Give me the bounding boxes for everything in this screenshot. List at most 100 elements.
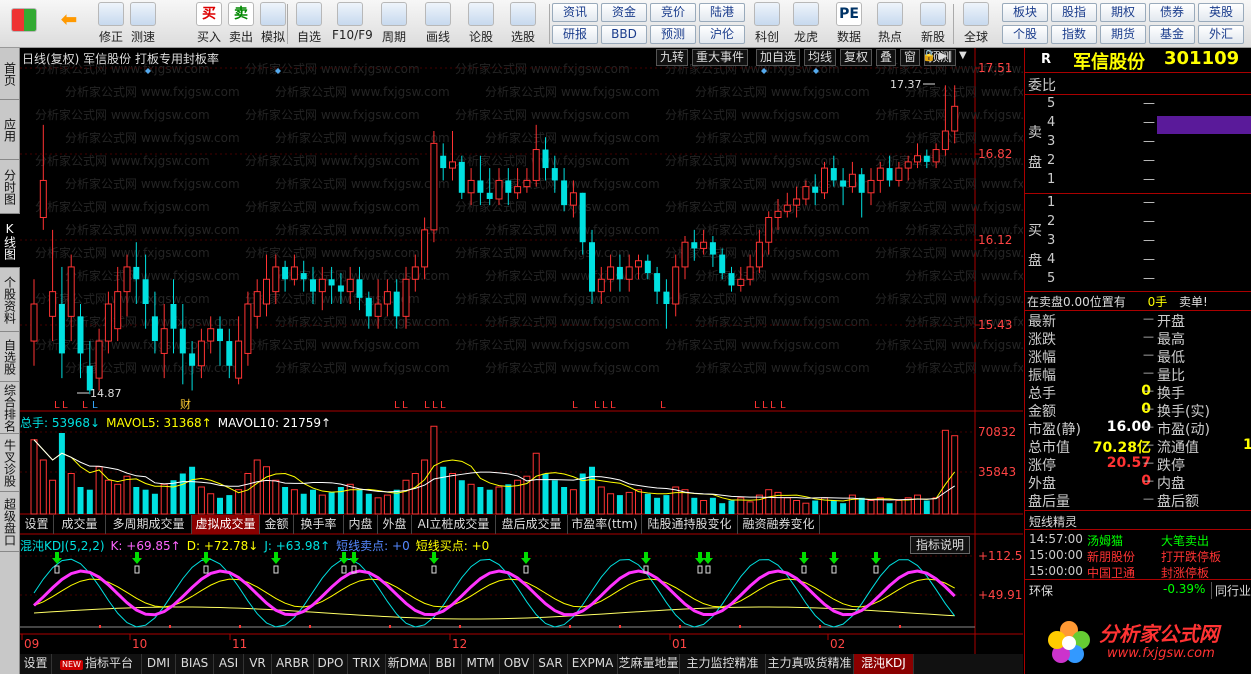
toolbar-button-10[interactable]: 选股 [505,2,541,46]
indicator-tab[interactable]: 虚拟成交量 [192,515,260,534]
huanbao-tag[interactable]: 同行业 [1211,582,1251,599]
jingling-name[interactable]: 新朋股份 [1087,548,1135,565]
toolbar-button-0[interactable]: 修正 [93,2,129,46]
side-tab[interactable]: 自选股 [0,332,20,382]
bottom-indicator-tab[interactable]: MTM [462,654,500,674]
chart-top-button[interactable]: 均线 [804,49,837,66]
toolbar-button-9[interactable]: 论股 [463,2,499,46]
expand-icon[interactable]: ▶| [939,49,951,62]
k-line-chart[interactable]: 分析家公式网 www.fxjgsw.com 分析家公式网 www.fxjgsw.c… [20,48,1023,656]
side-tab[interactable]: 超级盘口 [0,492,20,552]
indicator-tab[interactable]: 金额 [260,515,294,534]
jingling-title[interactable]: 短线精灵 [1029,513,1077,530]
bottom-indicator-tab[interactable]: TRIX [348,654,386,674]
toolbar-button-1[interactable]: 测速 [125,2,161,46]
chart-top-button[interactable]: 加自选 [756,49,801,66]
side-tab[interactable]: 个股资料 [0,268,20,332]
market-link-button[interactable]: 个股 [1002,25,1048,44]
quick-link-button[interactable]: BBD [601,25,647,44]
toolbar-button-13[interactable]: PE 数据 [831,2,867,46]
market-link-button[interactable]: 外汇 [1198,25,1244,44]
indicator-tab[interactable]: 外盘 [378,515,412,534]
bottom-indicator-tab[interactable]: SAR [534,654,568,674]
quick-link-button[interactable]: 预测 [650,25,696,44]
toolbar-button-7[interactable]: 周期 [376,2,412,46]
home-button[interactable] [4,2,44,46]
indicator-tab[interactable]: AI立桩成交量 [412,515,496,534]
indicator-tab[interactable]: 换手率 [294,515,344,534]
side-tab[interactable]: 应用 [0,100,20,160]
side-tab[interactable]: 牛叉诊股 [0,434,20,492]
toolbar-button-11[interactable]: 科创 [749,2,785,46]
l-marker: L [402,400,408,411]
indicator-tab[interactable]: 成交量 [54,515,106,534]
toolbar-button-15[interactable]: 新股 [915,2,951,46]
jingling-name[interactable]: 汤姆猫 [1087,532,1123,549]
bottom-indicator-tab[interactable]: NEW 指标平台 [52,654,142,674]
back-button[interactable]: ⬅ [50,2,88,46]
market-link-button[interactable]: 股指 [1051,3,1097,22]
market-link-button[interactable]: 指数 [1051,25,1097,44]
market-link-button[interactable]: 英股 [1198,3,1244,22]
indicator-tab[interactable]: 市盈率(ttm) [568,515,642,534]
quick-link-button[interactable]: 沪伦 [699,25,745,44]
toolbar-button-5[interactable]: 自选 [291,2,327,46]
toolbar-button-label: 科创 [754,30,779,44]
bottom-indicator-tab[interactable]: 设置 [20,654,52,674]
bottom-indicator-tab[interactable]: BIAS [176,654,214,674]
indicator-tab[interactable]: 设置 [20,515,54,534]
indicator-tab[interactable]: 内盘 [344,515,378,534]
quick-link-button[interactable]: 研报 [552,25,598,44]
lock-icon[interactable]: 🔒 [922,49,936,62]
f10-icon [337,2,363,26]
toolbar-button-12[interactable]: 龙虎 [788,2,824,46]
chart-top-button[interactable]: 窗 [900,49,921,66]
quick-link-button[interactable]: 资讯 [552,3,598,22]
side-tab[interactable]: 首页 [0,48,20,100]
side-tab[interactable]: K线图 [0,214,20,268]
side-tab[interactable]: 综合排名 [0,382,20,434]
indicator-tab[interactable]: 陆股通持股变化 [642,515,738,534]
quick-link-button[interactable]: 竞价 [650,3,696,22]
market-link-button[interactable]: 板块 [1002,3,1048,22]
chart-top-button[interactable]: 复权 [840,49,873,66]
bottom-indicator-tab[interactable]: EXPMA [568,654,618,674]
market-link-button[interactable]: 期权 [1100,3,1146,22]
indicator-tab[interactable]: 融资融券变化 [738,515,820,534]
quick-link-button[interactable]: 陆港 [699,3,745,22]
quote-label: 最低 [1157,350,1185,366]
toolbar-button-8[interactable]: 画线 [420,2,456,46]
market-link-button[interactable]: 基金 [1149,25,1195,44]
bottom-indicator-tab[interactable]: 混沌KDJ [854,654,914,674]
indicator-explain-button[interactable]: 指标说明 [910,536,970,554]
bottom-indicator-tab[interactable]: OBV [500,654,534,674]
toolbar-button-16[interactable]: 全球 [958,2,994,46]
bottom-indicator-tab[interactable]: DMI [142,654,176,674]
bottom-indicator-tab[interactable]: 芝麻量地量 [618,654,680,674]
bottom-indicator-tab[interactable]: 主力监控精准 [680,654,766,674]
chart-top-button[interactable]: 九转 [656,49,689,66]
chart-top-button[interactable]: 叠 [876,49,897,66]
indicator-tab[interactable]: 多周期成交量 [106,515,192,534]
jingling-time: 15:00:00 [1029,564,1083,578]
bottom-indicator-tab[interactable]: ARBR [272,654,314,674]
bottom-indicator-tab[interactable]: BBI [430,654,462,674]
toolbar-button-2[interactable]: 买买入 [191,2,227,46]
toolbar-button-4[interactable]: 模拟 [255,2,291,46]
toolbar-button-6[interactable]: F10/F9 [332,2,373,46]
candle-body [179,328,186,354]
toolbar-button-14[interactable]: 热点 [872,2,908,46]
bottom-indicator-tab[interactable]: 新DMA [386,654,430,674]
dropdown-icon[interactable]: ▼ [959,50,967,61]
market-link-button[interactable]: 期货 [1100,25,1146,44]
indicator-tab[interactable]: 盘后成交量 [496,515,568,534]
bottom-indicator-tab[interactable]: DPO [314,654,348,674]
bottom-indicator-tab[interactable]: 主力真吸货精准 [766,654,854,674]
bottom-indicator-tab[interactable]: VR [244,654,272,674]
bottom-indicator-tab[interactable]: ASI [214,654,244,674]
market-link-button[interactable]: 债券 [1149,3,1195,22]
side-tab[interactable]: 分时图 [0,160,20,214]
quick-link-button[interactable]: 资金 [601,3,647,22]
toolbar-button-3[interactable]: 卖卖出 [223,2,259,46]
chart-top-button[interactable]: 重大事件 [692,49,749,66]
